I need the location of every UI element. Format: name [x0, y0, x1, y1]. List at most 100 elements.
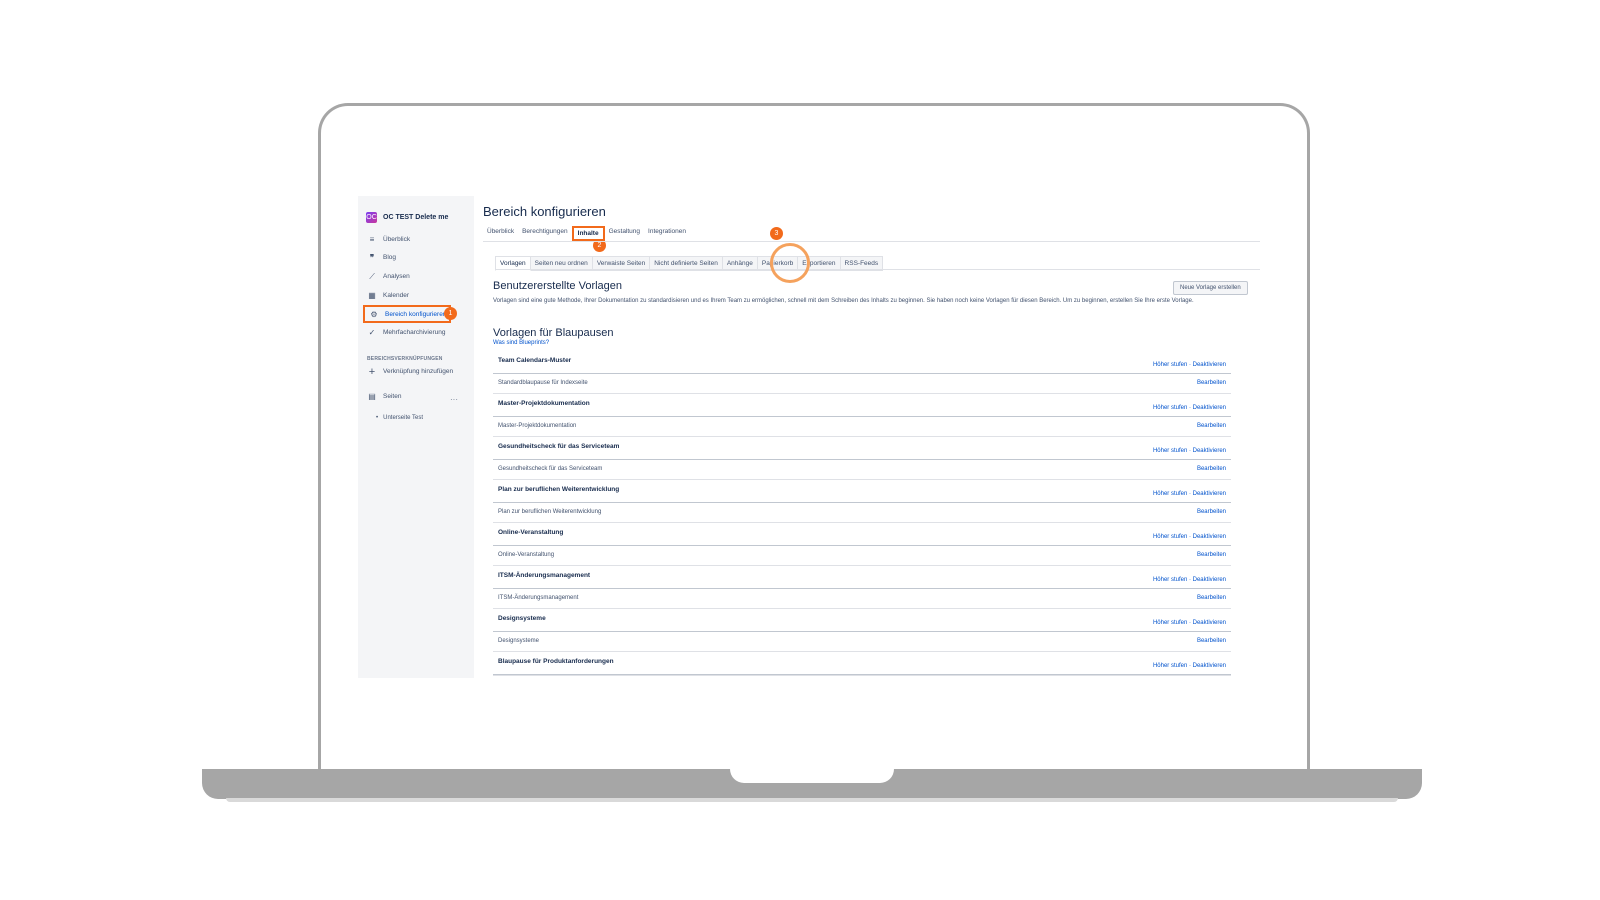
blueprint-template-row: ITSM-Änderungsmanagement Bearbeiten — [493, 589, 1231, 608]
tab-integrations[interactable]: Integrationen — [644, 226, 690, 241]
space-name: OC TEST Delete me — [383, 214, 449, 221]
blueprint-name: Plan zur beruflichen Weiterentwicklung — [498, 486, 620, 493]
user-templates-heading: Benutzererstellte Vorlagen — [493, 280, 623, 292]
blueprint-header-row: Designsysteme Höher stufen · Deaktivieren — [493, 609, 1231, 632]
blueprint-template-row: Gesundheitscheck für das Serviceteam Bear… — [493, 460, 1231, 479]
blueprint-template-name: Online-Veranstaltung — [498, 552, 555, 558]
chart-icon: ⟋ — [369, 271, 375, 281]
sidebar-item-analytics[interactable]: ⟋ Analysen — [363, 269, 455, 284]
add-shortcut-label: Verknüpfung hinzufügen — [383, 368, 454, 375]
space-header[interactable]: OC OC TEST Delete me — [366, 212, 448, 223]
blueprint-template-row: Standardblaupause für Indexseite Bearbeit… — [493, 374, 1231, 393]
shortcuts-heading: BEREICHSVERKNÜPFUNGEN — [367, 356, 443, 362]
trash-highlight-ring — [770, 243, 810, 283]
blueprint-template-name: Plan zur beruflichen Weiterentwicklung — [498, 509, 602, 515]
blueprint-name: Designsysteme — [498, 615, 546, 622]
blueprints-heading: Vorlagen für Blaupausen — [493, 327, 614, 339]
blueprint-template-name: ITSM-Änderungsmanagement — [498, 595, 579, 601]
what-are-blueprints-link[interactable]: Was sind Blueprints? — [493, 340, 549, 346]
promote-disable-links[interactable]: Höher stufen · Deaktivieren — [1153, 405, 1226, 411]
sidebar-item-overview[interactable]: ≡ Überblick — [363, 232, 455, 247]
blueprint-group: ITSM-Änderungsmanagement Höher stufen · D… — [493, 566, 1231, 609]
promote-disable-links[interactable]: Höher stufen · Deaktivieren — [1153, 491, 1226, 497]
sidebar-item-pages[interactable]: ▤ Seiten — [363, 389, 455, 404]
sidebar-item-label: Überblick — [383, 236, 411, 243]
blueprint-name: Master-Projektdokumentation — [498, 400, 590, 407]
blueprint-template-row: Plan zur beruflichen Weiterentwicklung Be… — [493, 503, 1231, 522]
sidebar-item-label: Blog — [383, 254, 397, 261]
blueprint-name: Online-Veranstaltung — [498, 529, 564, 536]
promote-disable-links[interactable]: Höher stufen · Deaktivieren — [1153, 362, 1226, 368]
promote-disable-links[interactable]: Höher stufen · Deaktivieren — [1153, 577, 1226, 583]
tab-content[interactable]: Inhalte — [571, 226, 605, 241]
edit-link[interactable]: Bearbeiten — [1197, 380, 1226, 386]
blueprint-template-name: Designsysteme — [498, 638, 540, 644]
add-shortcut-button[interactable]: + Verknüpfung hinzufügen — [363, 364, 455, 379]
gear-icon: ⚙ — [370, 309, 378, 319]
calendar-icon: ▦ — [368, 291, 376, 300]
sidebar-item-calendar[interactable]: ▦ Kalender — [363, 288, 455, 303]
create-template-button[interactable]: Neue Vorlage erstellen — [1173, 281, 1248, 295]
sidebar: OC OC TEST Delete me ≡ Überblick ❞ Blog … — [358, 196, 474, 678]
blueprint-template-name: Gesundheitscheck für das Serviceteam — [498, 466, 603, 472]
sidebar-item-archive[interactable]: ✓ Mehrfacharchivierung — [363, 325, 455, 340]
pages-more-icon[interactable]: ··· — [450, 395, 458, 404]
blueprint-template-row: Designsysteme Bearbeiten — [493, 632, 1231, 651]
edit-link[interactable]: Bearbeiten — [1197, 552, 1226, 558]
blueprint-header-row: ITSM-Änderungsmanagement Höher stufen · D… — [493, 566, 1231, 589]
step-badge-1: 1 — [444, 307, 457, 320]
promote-disable-links[interactable]: Höher stufen · Deaktivieren — [1153, 534, 1226, 540]
laptop-notch — [730, 769, 894, 783]
archive-icon: ✓ — [368, 328, 376, 337]
blueprint-header-row: Team Calendars-Muster Höher stufen · Deak… — [493, 351, 1231, 374]
sidebar-item-label: Bereich konfigurieren — [385, 310, 447, 318]
bullet-icon: • — [376, 415, 379, 421]
sidebar-item-label: Seiten — [383, 393, 402, 400]
blueprint-header-row: Master-Projektdokumentation Höher stufen … — [493, 394, 1231, 417]
top-tabs: Überblick Berechtigungen Inhalte Gestalt… — [483, 226, 690, 241]
sidebar-item-configure-space[interactable]: ⚙ Bereich konfigurieren — [363, 305, 451, 323]
edit-link[interactable]: Bearbeiten — [1197, 595, 1226, 601]
main-content: Bereich konfigurieren Überblick Berechti… — [483, 196, 1260, 678]
sidebar-item-blog[interactable]: ❞ Blog — [363, 250, 455, 265]
blueprint-template-name: Master-Projektdokumentation — [498, 423, 577, 429]
blueprint-name: Blaupause für Produktanforderungen — [498, 658, 614, 665]
promote-disable-links[interactable]: Höher stufen · Deaktivieren — [1153, 620, 1226, 626]
blueprint-header-row: Online-Veranstaltung Höher stufen · Deakt… — [493, 523, 1231, 546]
sidebar-item-label: Mehrfacharchivierung — [383, 329, 446, 336]
blueprint-group: Plan zur beruflichen Weiterentwicklung Hö… — [493, 480, 1231, 523]
blueprint-template-row: Master-Projektdokumentation Bearbeiten — [493, 417, 1231, 436]
edit-link[interactable]: Bearbeiten — [1197, 638, 1226, 644]
blueprint-name: ITSM-Änderungsmanagement — [498, 572, 591, 579]
screen: OC OC TEST Delete me ≡ Überblick ❞ Blog … — [358, 196, 1260, 678]
sidebar-item-label: Kalender — [383, 292, 410, 299]
blueprint-template-row: Online-Veranstaltung Bearbeiten — [493, 546, 1231, 565]
blueprint-group: Gesundheitscheck für das Serviceteam Höhe… — [493, 437, 1231, 480]
page-tree-label: Unterseite Test — [383, 415, 424, 421]
blueprint-header-row: Blaupause für Produktanforderungen Höher … — [493, 652, 1231, 675]
blueprint-group: Team Calendars-Muster Höher stufen · Deak… — [493, 351, 1231, 394]
blueprint-name: Team Calendars-Muster — [498, 357, 572, 364]
blueprint-group: Blaupause für Produktanforderungen Höher … — [493, 652, 1231, 676]
blueprint-header-row: Plan zur beruflichen Weiterentwicklung Hö… — [493, 480, 1231, 503]
edit-link[interactable]: Bearbeiten — [1197, 509, 1226, 515]
edit-link[interactable]: Bearbeiten — [1197, 423, 1226, 429]
tabs-divider — [483, 241, 1260, 242]
blueprint-group: Online-Veranstaltung Höher stufen · Deakt… — [493, 523, 1231, 566]
laptop-base-shadow — [226, 798, 1398, 802]
page-tree-item[interactable]: • Unterseite Test — [376, 415, 423, 421]
tab-permissions[interactable]: Berechtigungen — [518, 226, 572, 241]
edit-link[interactable]: Bearbeiten — [1197, 466, 1226, 472]
blueprint-header-row: Gesundheitscheck für das Serviceteam Höhe… — [493, 437, 1231, 460]
promote-disable-links[interactable]: Höher stufen · Deaktivieren — [1153, 448, 1226, 454]
blueprint-group: Master-Projektdokumentation Höher stufen … — [493, 394, 1231, 437]
promote-disable-links[interactable]: Höher stufen · Deaktivieren — [1153, 663, 1226, 669]
templates-description: Vorlagen sind eine gute Methode, Ihrer D… — [493, 298, 1194, 304]
pages-icon: ▤ — [368, 392, 376, 401]
sidebar-item-label: Analysen — [383, 273, 410, 280]
subtabs-divider — [495, 269, 1260, 270]
tab-overview[interactable]: Überblick — [483, 226, 518, 241]
blueprint-group: Designsysteme Höher stufen · Deaktivieren… — [493, 609, 1231, 652]
tab-design[interactable]: Gestaltung — [605, 226, 644, 241]
quote-icon: ❞ — [369, 253, 375, 262]
